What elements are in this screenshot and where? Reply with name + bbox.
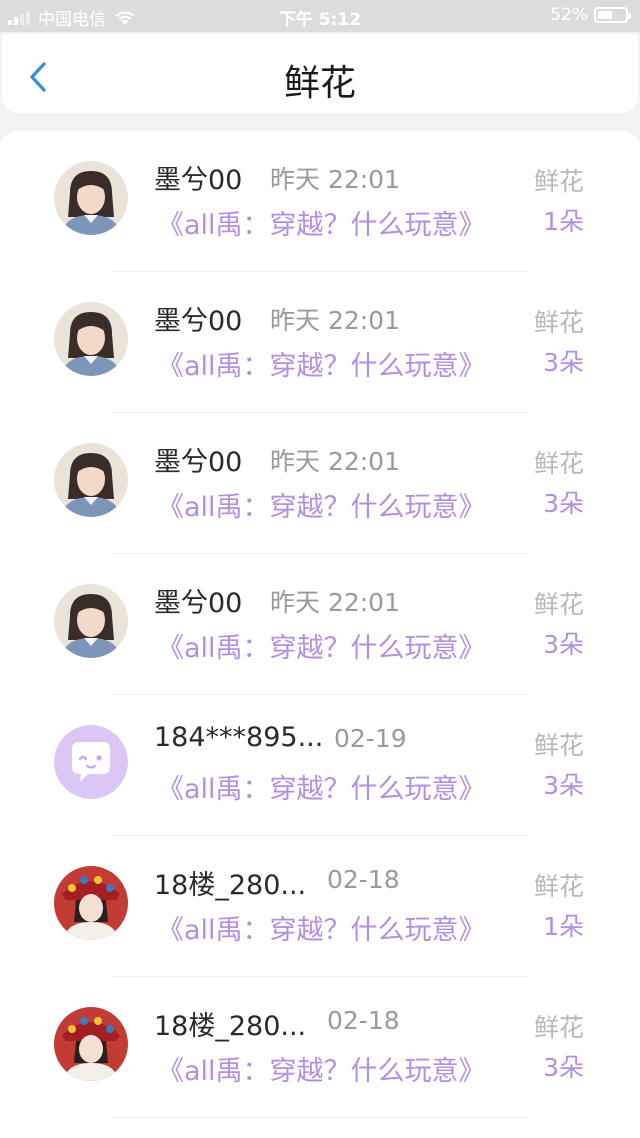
status-time: 下午 5:12 [278, 10, 362, 30]
list-item[interactable]: 18楼_280... 02-18 《all禹：穿越？什么玩意》 鲜花 3朵 [0, 977, 640, 1118]
list-item[interactable]: 墨兮00 昨天 22:01 《all禹：穿越？什么玩意》 鲜花 3朵 [0, 413, 640, 554]
user-name[interactable]: 18楼_280... [154, 863, 306, 902]
user-photo-icon [54, 161, 128, 235]
gift-count: 1朵 [543, 207, 584, 236]
timestamp: 昨天 22:01 [270, 588, 400, 617]
avatar[interactable] [54, 1007, 128, 1081]
list-item[interactable]: 墨兮00 昨天 22:01 《all禹：穿越？什么玩意》 鲜花 3朵 [0, 554, 640, 695]
book-title: 《all禹：穿越？什么玩意》 [157, 774, 486, 805]
user-photo-icon [54, 866, 128, 940]
gift-count: 3朵 [543, 630, 584, 659]
gift-count: 3朵 [543, 1053, 584, 1082]
user-name[interactable]: 18楼_280... [154, 1004, 306, 1043]
timestamp: 昨天 22:01 [270, 447, 400, 476]
status-right: 52% [550, 5, 631, 25]
nav-bar: 鲜花 [2, 34, 638, 113]
gift-count: 3朵 [543, 489, 584, 518]
gift-type: 鲜花 [533, 872, 584, 901]
list-item[interactable]: 18楼_280... 02-18 《all禹：穿越？什么玩意》 鲜花 1朵 [0, 836, 640, 977]
avatar[interactable] [54, 584, 128, 658]
gift-type: 鲜花 [533, 590, 584, 619]
user-name[interactable]: 墨兮00 [154, 299, 242, 338]
avatar[interactable] [54, 302, 128, 376]
page-title: 鲜花 [283, 63, 356, 104]
user-photo-icon [54, 584, 128, 658]
book-title: 《all禹：穿越？什么玩意》 [157, 492, 486, 523]
divider [110, 1117, 530, 1118]
gift-type: 鲜花 [533, 449, 584, 478]
user-name[interactable]: 184***895... [154, 722, 323, 753]
gift-type: 鲜花 [533, 1013, 584, 1042]
gift-type: 鲜花 [533, 731, 584, 760]
chat-bubble-avatar-icon [54, 725, 128, 799]
gift-type: 鲜花 [533, 308, 584, 337]
avatar[interactable] [54, 866, 128, 940]
avatar[interactable] [54, 161, 128, 235]
gift-count: 3朵 [543, 771, 584, 800]
book-title: 《all禹：穿越？什么玩意》 [157, 1056, 486, 1087]
avatar[interactable] [54, 725, 128, 799]
user-photo-icon [54, 1007, 128, 1081]
book-title: 《all禹：穿越？什么玩意》 [157, 915, 486, 946]
flower-list: 墨兮00 昨天 22:01 《all禹：穿越？什么玩意》 鲜花 1朵 墨兮00 … [0, 131, 640, 1138]
user-name[interactable]: 墨兮00 [154, 581, 242, 620]
list-item[interactable]: 184***895... 02-19 《all禹：穿越？什么玩意》 鲜花 3朵 [0, 695, 640, 836]
user-photo-icon [54, 302, 128, 376]
book-title: 《all禹：穿越？什么玩意》 [157, 633, 486, 664]
user-name[interactable]: 墨兮00 [154, 158, 242, 197]
timestamp: 02-19 [334, 724, 407, 753]
book-title: 《all禹：穿越？什么玩意》 [157, 351, 486, 382]
user-name[interactable]: 墨兮00 [154, 440, 242, 479]
timestamp: 02-18 [327, 1006, 400, 1035]
user-photo-icon [54, 443, 128, 517]
list-item[interactable]: 墨兮00 昨天 22:01 《all禹：穿越？什么玩意》 鲜花 3朵 [0, 272, 640, 413]
timestamp: 02-18 [327, 865, 400, 894]
gift-type: 鲜花 [533, 167, 584, 196]
avatar[interactable] [54, 443, 128, 517]
timestamp: 昨天 22:01 [270, 306, 400, 335]
gift-count: 3朵 [543, 348, 584, 377]
status-bar: 中国电信 下午 5:12 52% [0, 0, 640, 32]
book-title: 《all禹：穿越？什么玩意》 [157, 210, 486, 241]
gift-count: 1朵 [543, 912, 584, 941]
battery-icon [594, 7, 631, 23]
timestamp: 昨天 22:01 [270, 165, 400, 194]
list-item[interactable]: 墨兮00 昨天 22:01 《all禹：穿越？什么玩意》 鲜花 1朵 [0, 131, 640, 272]
battery-percent: 52% [550, 5, 588, 25]
